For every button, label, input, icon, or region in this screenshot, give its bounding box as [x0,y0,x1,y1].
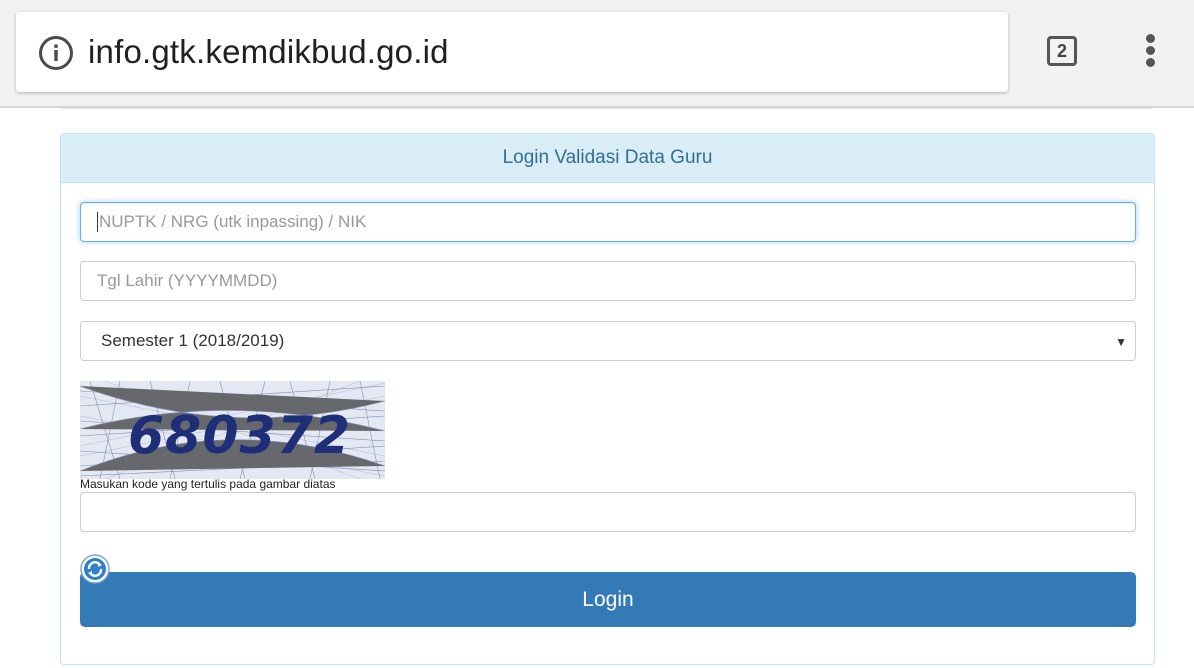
login-panel: Login Validasi Data Guru NUPTK / NRG (ut… [60,133,1155,665]
birthdate-input[interactable]: Tgl Lahir (YYYYMMDD) [80,261,1136,301]
tab-switcher-icon[interactable]: 2 [1047,36,1077,66]
captcha-image: 680372 [80,381,385,479]
login-button[interactable]: Login [80,572,1136,627]
captcha-input[interactable] [80,492,1136,532]
url-text[interactable]: info.gtk.kemdikbud.go.id [88,30,449,74]
birthdate-placeholder: Tgl Lahir (YYYYMMDD) [97,271,278,290]
nuptk-input[interactable]: NUPTK / NRG (utk inpassing) / NIK [80,202,1136,242]
captcha-instruction: Masukan kode yang tertulis pada gambar d… [80,477,336,491]
info-icon[interactable] [38,35,74,71]
semester-select[interactable]: Semester 1 (2018/2019) ▼ [80,321,1136,361]
semester-selected-value: Semester 1 (2018/2019) [101,331,285,350]
browser-toolbar: info.gtk.kemdikbud.go.id 2 [0,0,1194,108]
overflow-menu-icon[interactable] [1142,34,1158,70]
dropdown-arrow-icon: ▼ [1115,335,1127,349]
text-caret [97,212,98,232]
panel-title: Login Validasi Data Guru [61,134,1154,183]
refresh-captcha-icon[interactable] [80,554,110,584]
toolbar-divider [62,108,1152,109]
nuptk-placeholder: NUPTK / NRG (utk inpassing) / NIK [99,212,367,231]
captcha-code: 680372 [128,406,351,466]
